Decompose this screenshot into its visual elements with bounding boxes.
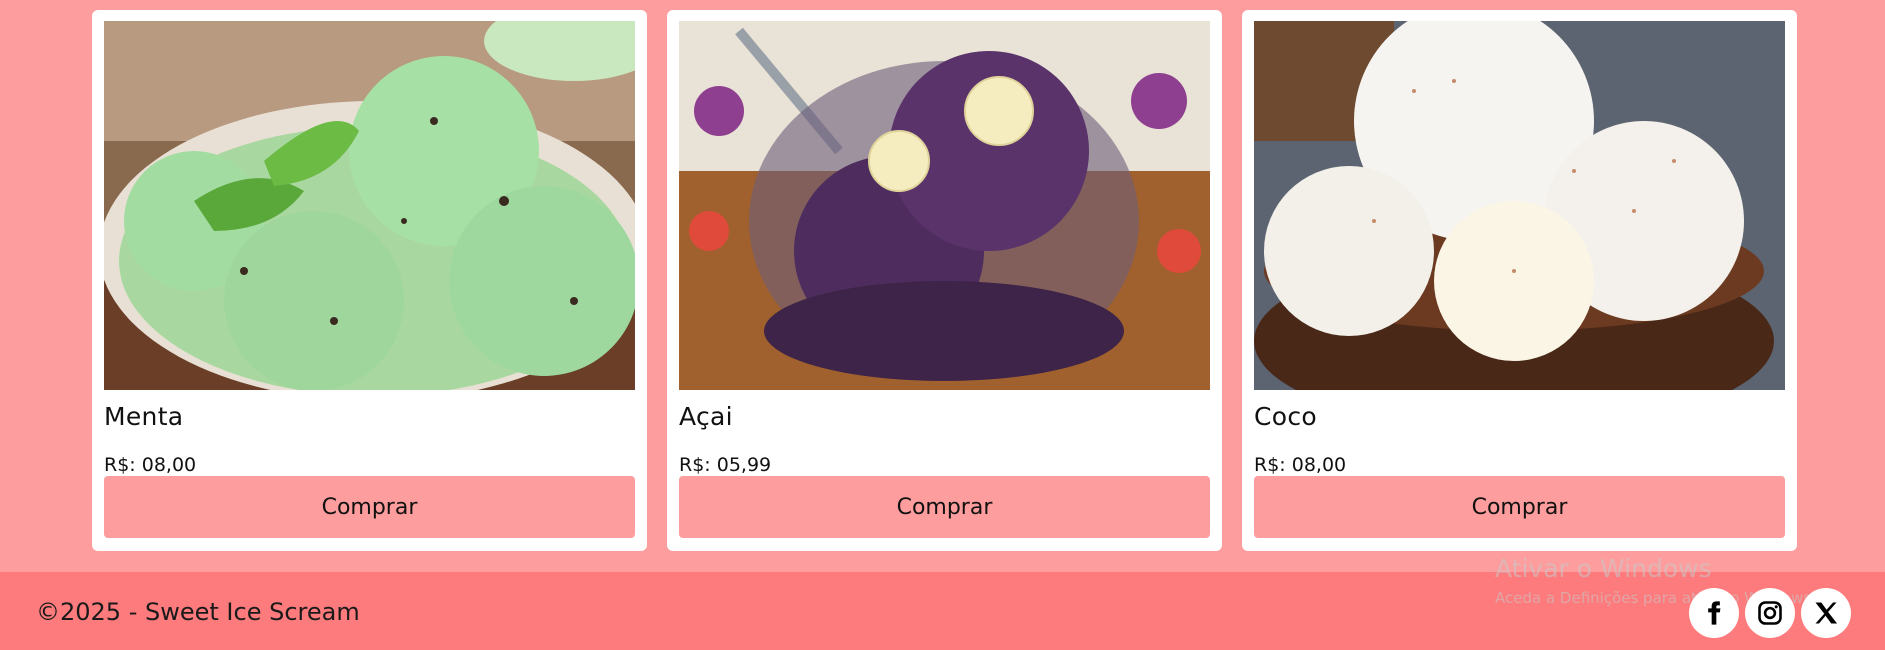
product-price: R$: 05,99 bbox=[679, 454, 772, 476]
product-card-menta: Menta R$: 08,00 Comprar bbox=[92, 10, 647, 551]
product-image-menta bbox=[104, 21, 635, 390]
product-price: R$: 08,00 bbox=[1254, 454, 1347, 476]
product-image-coco bbox=[1254, 21, 1785, 390]
product-card-coco: Coco R$: 08,00 Comprar bbox=[1242, 10, 1797, 551]
mint-ice-cream-image bbox=[104, 21, 635, 390]
windows-activation-title: Ativar o Windows bbox=[1495, 554, 1712, 583]
instagram-link[interactable] bbox=[1745, 588, 1795, 638]
products-section: Menta R$: 08,00 Comprar Açai R$: 05,99 C… bbox=[0, 0, 1885, 572]
product-name: Açai bbox=[679, 402, 733, 431]
product-name: Menta bbox=[104, 402, 184, 431]
facebook-icon bbox=[1708, 601, 1721, 625]
product-price: R$: 08,00 bbox=[104, 454, 197, 476]
facebook-link[interactable] bbox=[1689, 588, 1739, 638]
product-card-acai: Açai R$: 05,99 Comprar bbox=[667, 10, 1222, 551]
instagram-icon bbox=[1758, 601, 1782, 625]
product-name: Coco bbox=[1254, 402, 1317, 431]
site-footer: ©2025 - Sweet Ice Scream Ativar o Window… bbox=[0, 554, 1885, 650]
coconut-ice-cream-image bbox=[1254, 21, 1785, 390]
buy-button-acai[interactable]: Comprar bbox=[679, 476, 1210, 538]
copyright-text: ©2025 - Sweet Ice Scream bbox=[36, 598, 360, 626]
x-icon bbox=[1815, 602, 1838, 624]
buy-button-coco[interactable]: Comprar bbox=[1254, 476, 1785, 538]
product-image-acai bbox=[679, 21, 1210, 390]
x-link[interactable] bbox=[1801, 588, 1851, 638]
buy-button-menta[interactable]: Comprar bbox=[104, 476, 635, 538]
acai-image bbox=[679, 21, 1210, 390]
